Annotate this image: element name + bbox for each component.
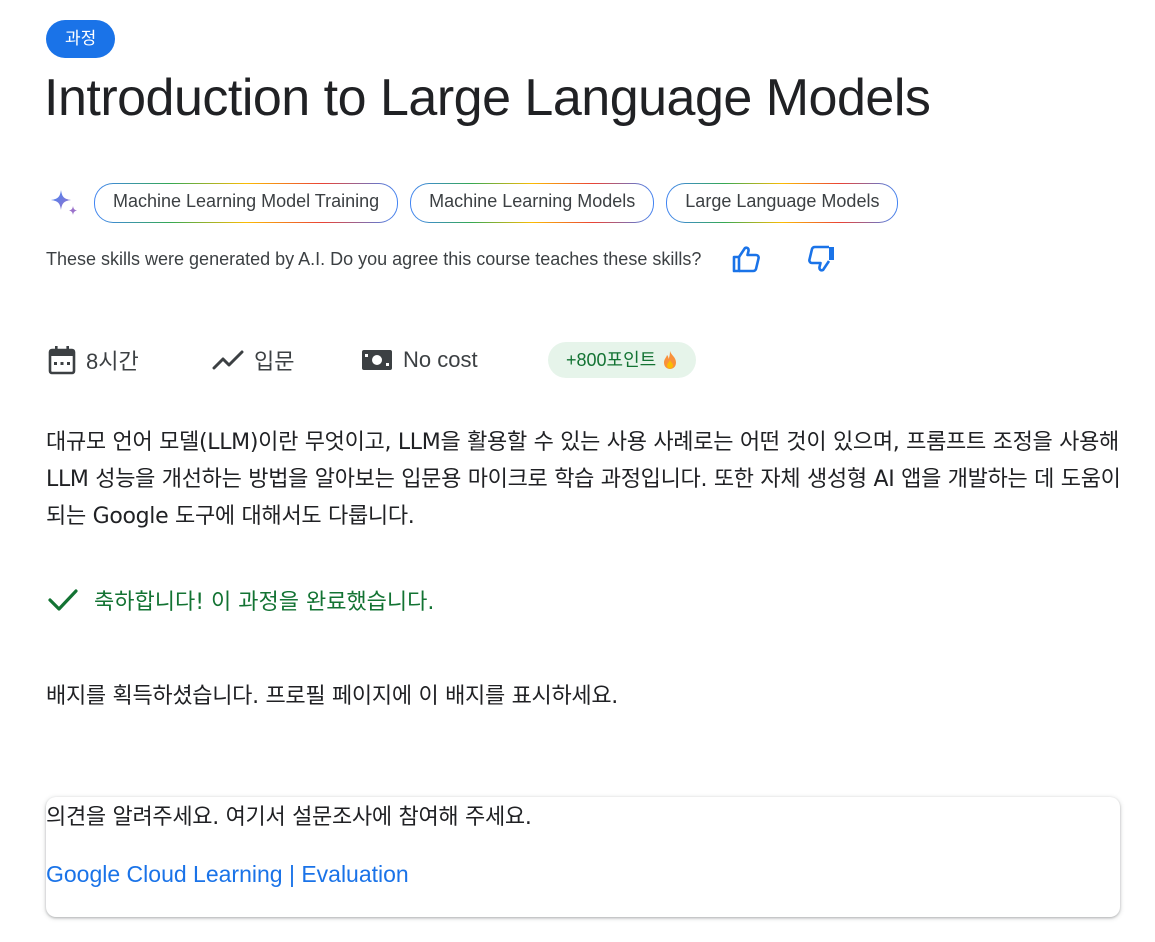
ai-skills-note: These skills were generated by A.I. Do y… [46, 244, 839, 274]
trending-up-icon [212, 349, 244, 371]
ai-skills-question: These skills were generated by A.I. Do y… [46, 248, 702, 269]
cost-value: No cost [403, 347, 478, 372]
feedback-survey-link[interactable]: Google Cloud Learning | Evaluation [46, 861, 409, 888]
level-value: 입문 [254, 349, 295, 374]
skill-chip[interactable]: Machine Learning Models [410, 183, 654, 223]
calendar-icon [48, 345, 76, 375]
course-description: 대규모 언어 모델(LLM)이란 무엇이고, LLM을 활용할 수 있는 사용 … [46, 430, 1121, 529]
completion-message: 축하합니다! 이 과정을 완료했습니다. [48, 584, 434, 616]
duration: 8시간 [48, 340, 139, 380]
feedback-prompt: 의견을 알려주세요. 여기서 설문조사에 참여해 주세요. [46, 805, 532, 830]
feedback-card: 의견을 알려주세요. 여기서 설문조사에 참여해 주세요. Google Clo… [46, 797, 1120, 917]
fire-icon [662, 350, 678, 370]
points-badge: +800포인트 [548, 342, 697, 378]
points-value: +800포인트 [566, 350, 657, 370]
skills-row: Machine Learning Model Training Machine … [46, 184, 910, 222]
course-title: Introduction to Large Language Models [44, 69, 931, 127]
duration-value: 8시간 [86, 349, 139, 374]
course-meta: 8시간 입문 No cost +800포인트 [46, 340, 766, 380]
money-icon [361, 348, 393, 372]
cost: No cost [361, 340, 478, 380]
thumbs-up-icon[interactable] [729, 244, 763, 274]
level: 입문 [212, 340, 294, 380]
sparkle-icon [46, 185, 82, 221]
skill-chip[interactable]: Large Language Models [666, 183, 898, 223]
completion-text: 축하합니다! 이 과정을 완료했습니다. [94, 590, 435, 615]
check-icon [48, 588, 78, 612]
badge-message: 배지를 획득하셨습니다. 프로필 페이지에 이 배지를 표시하세요. [46, 684, 618, 709]
thumbs-down-icon[interactable] [805, 244, 839, 274]
course-type-badge: 과정 [46, 20, 116, 58]
skill-chip[interactable]: Machine Learning Model Training [94, 183, 398, 223]
